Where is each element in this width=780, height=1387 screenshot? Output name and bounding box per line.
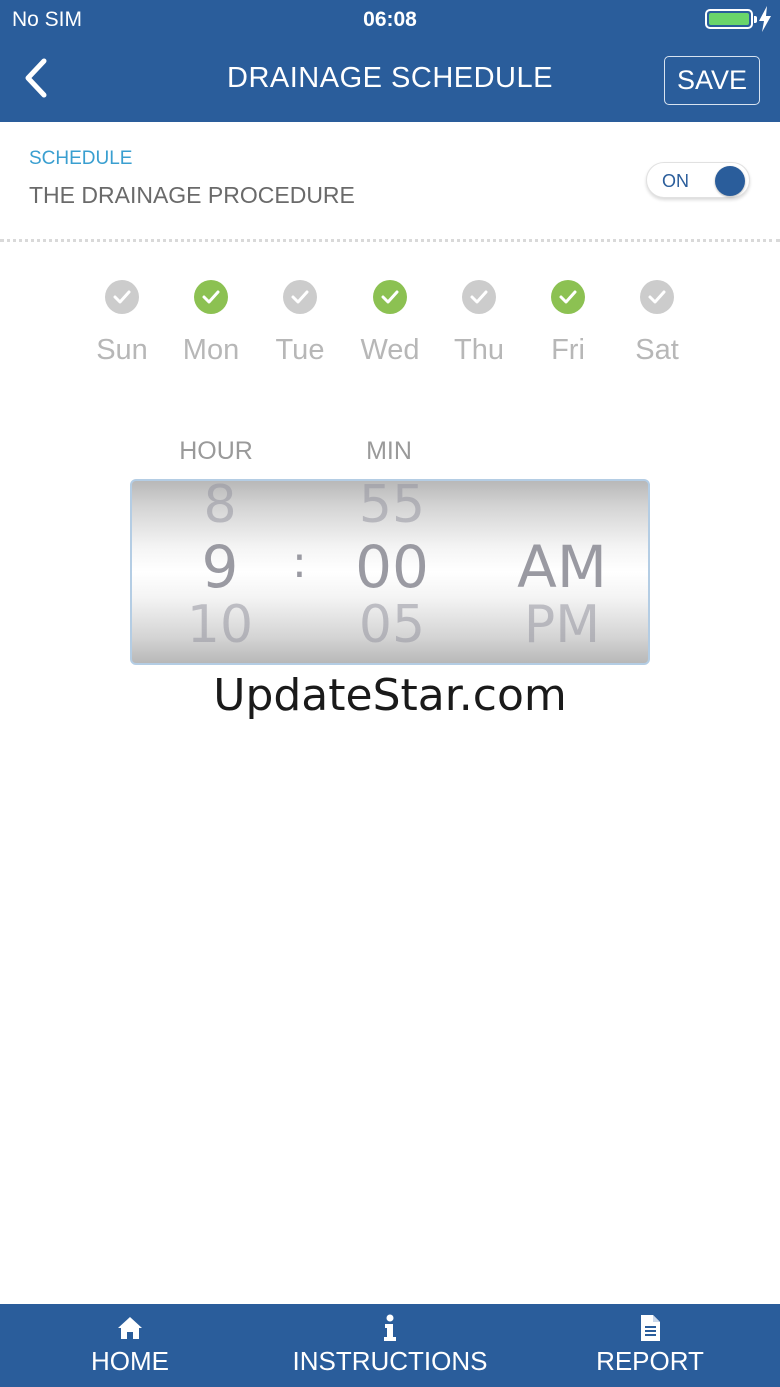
day-sun[interactable]: Sun bbox=[77, 280, 167, 367]
info-icon bbox=[384, 1314, 396, 1341]
tab-home-label: HOME bbox=[91, 1346, 169, 1376]
hour-header: HOUR bbox=[179, 437, 253, 465]
dotted-divider bbox=[0, 239, 780, 242]
minute-option-selected[interactable]: 00 bbox=[332, 533, 452, 601]
tab-report[interactable]: REPORT bbox=[560, 1304, 740, 1387]
minute-option-next[interactable]: 05 bbox=[332, 595, 452, 655]
battery-level bbox=[709, 13, 749, 25]
hour-option-next[interactable]: 10 bbox=[170, 595, 270, 655]
day-fri[interactable]: Fri bbox=[523, 280, 613, 367]
hour-option-selected[interactable]: 9 bbox=[170, 533, 270, 601]
day-tue[interactable]: Tue bbox=[255, 280, 345, 367]
check-icon bbox=[283, 280, 317, 314]
toggle-knob bbox=[715, 166, 745, 196]
day-label: Tue bbox=[275, 334, 325, 366]
tab-home[interactable]: HOME bbox=[40, 1304, 220, 1387]
header: No SIM 06:08 DRAINAGE SCHEDULE SAVE bbox=[0, 0, 780, 122]
check-icon bbox=[194, 280, 228, 314]
day-label: Sun bbox=[96, 334, 148, 366]
check-icon bbox=[373, 280, 407, 314]
status-bar: No SIM 06:08 bbox=[0, 0, 780, 40]
document-icon bbox=[641, 1315, 660, 1341]
save-button[interactable]: SAVE bbox=[664, 56, 760, 105]
nav-bar: DRAINAGE SCHEDULE SAVE bbox=[0, 40, 780, 122]
check-icon bbox=[551, 280, 585, 314]
check-icon bbox=[640, 280, 674, 314]
hour-option-prev[interactable]: 8 bbox=[170, 481, 270, 535]
minute-header: MIN bbox=[366, 437, 412, 465]
check-icon bbox=[105, 280, 139, 314]
day-label: Thu bbox=[454, 334, 504, 366]
check-icon bbox=[462, 280, 496, 314]
tab-instructions[interactable]: INSTRUCTIONS bbox=[270, 1304, 510, 1387]
day-sat[interactable]: Sat bbox=[612, 280, 702, 367]
day-thu[interactable]: Thu bbox=[434, 280, 524, 367]
status-clock: 06:08 bbox=[363, 8, 417, 31]
period-option-selected[interactable]: AM bbox=[497, 533, 627, 601]
schedule-title: THE DRAINAGE PROCEDURE bbox=[29, 182, 355, 208]
time-separator: : bbox=[292, 537, 307, 588]
schedule-toggle[interactable]: ON bbox=[646, 162, 750, 198]
day-label: Wed bbox=[360, 334, 420, 366]
page-title: DRAINAGE SCHEDULE bbox=[227, 62, 553, 94]
bolt-icon bbox=[759, 6, 771, 32]
battery-tip bbox=[754, 16, 757, 23]
minute-option-prev[interactable]: 55 bbox=[332, 481, 452, 535]
watermark-text: UpdateStar.com bbox=[213, 670, 567, 721]
battery-icon bbox=[705, 9, 757, 29]
day-mon[interactable]: Mon bbox=[166, 280, 256, 367]
time-picker[interactable]: 8 9 10 : 55 00 05 AM PM bbox=[130, 479, 650, 665]
day-label: Mon bbox=[182, 334, 240, 366]
tab-bar: HOME INSTRUCTIONS REPORT bbox=[0, 1304, 780, 1387]
tab-instructions-label: INSTRUCTIONS bbox=[292, 1346, 488, 1376]
period-option-next[interactable]: PM bbox=[497, 595, 627, 655]
day-label: Fri bbox=[551, 334, 585, 366]
tab-report-label: REPORT bbox=[596, 1346, 704, 1376]
day-wed[interactable]: Wed bbox=[345, 280, 435, 367]
toggle-label: ON bbox=[662, 171, 689, 191]
home-icon bbox=[118, 1317, 142, 1339]
schedule-caption: SCHEDULE bbox=[29, 148, 133, 169]
day-label: Sat bbox=[635, 334, 679, 366]
